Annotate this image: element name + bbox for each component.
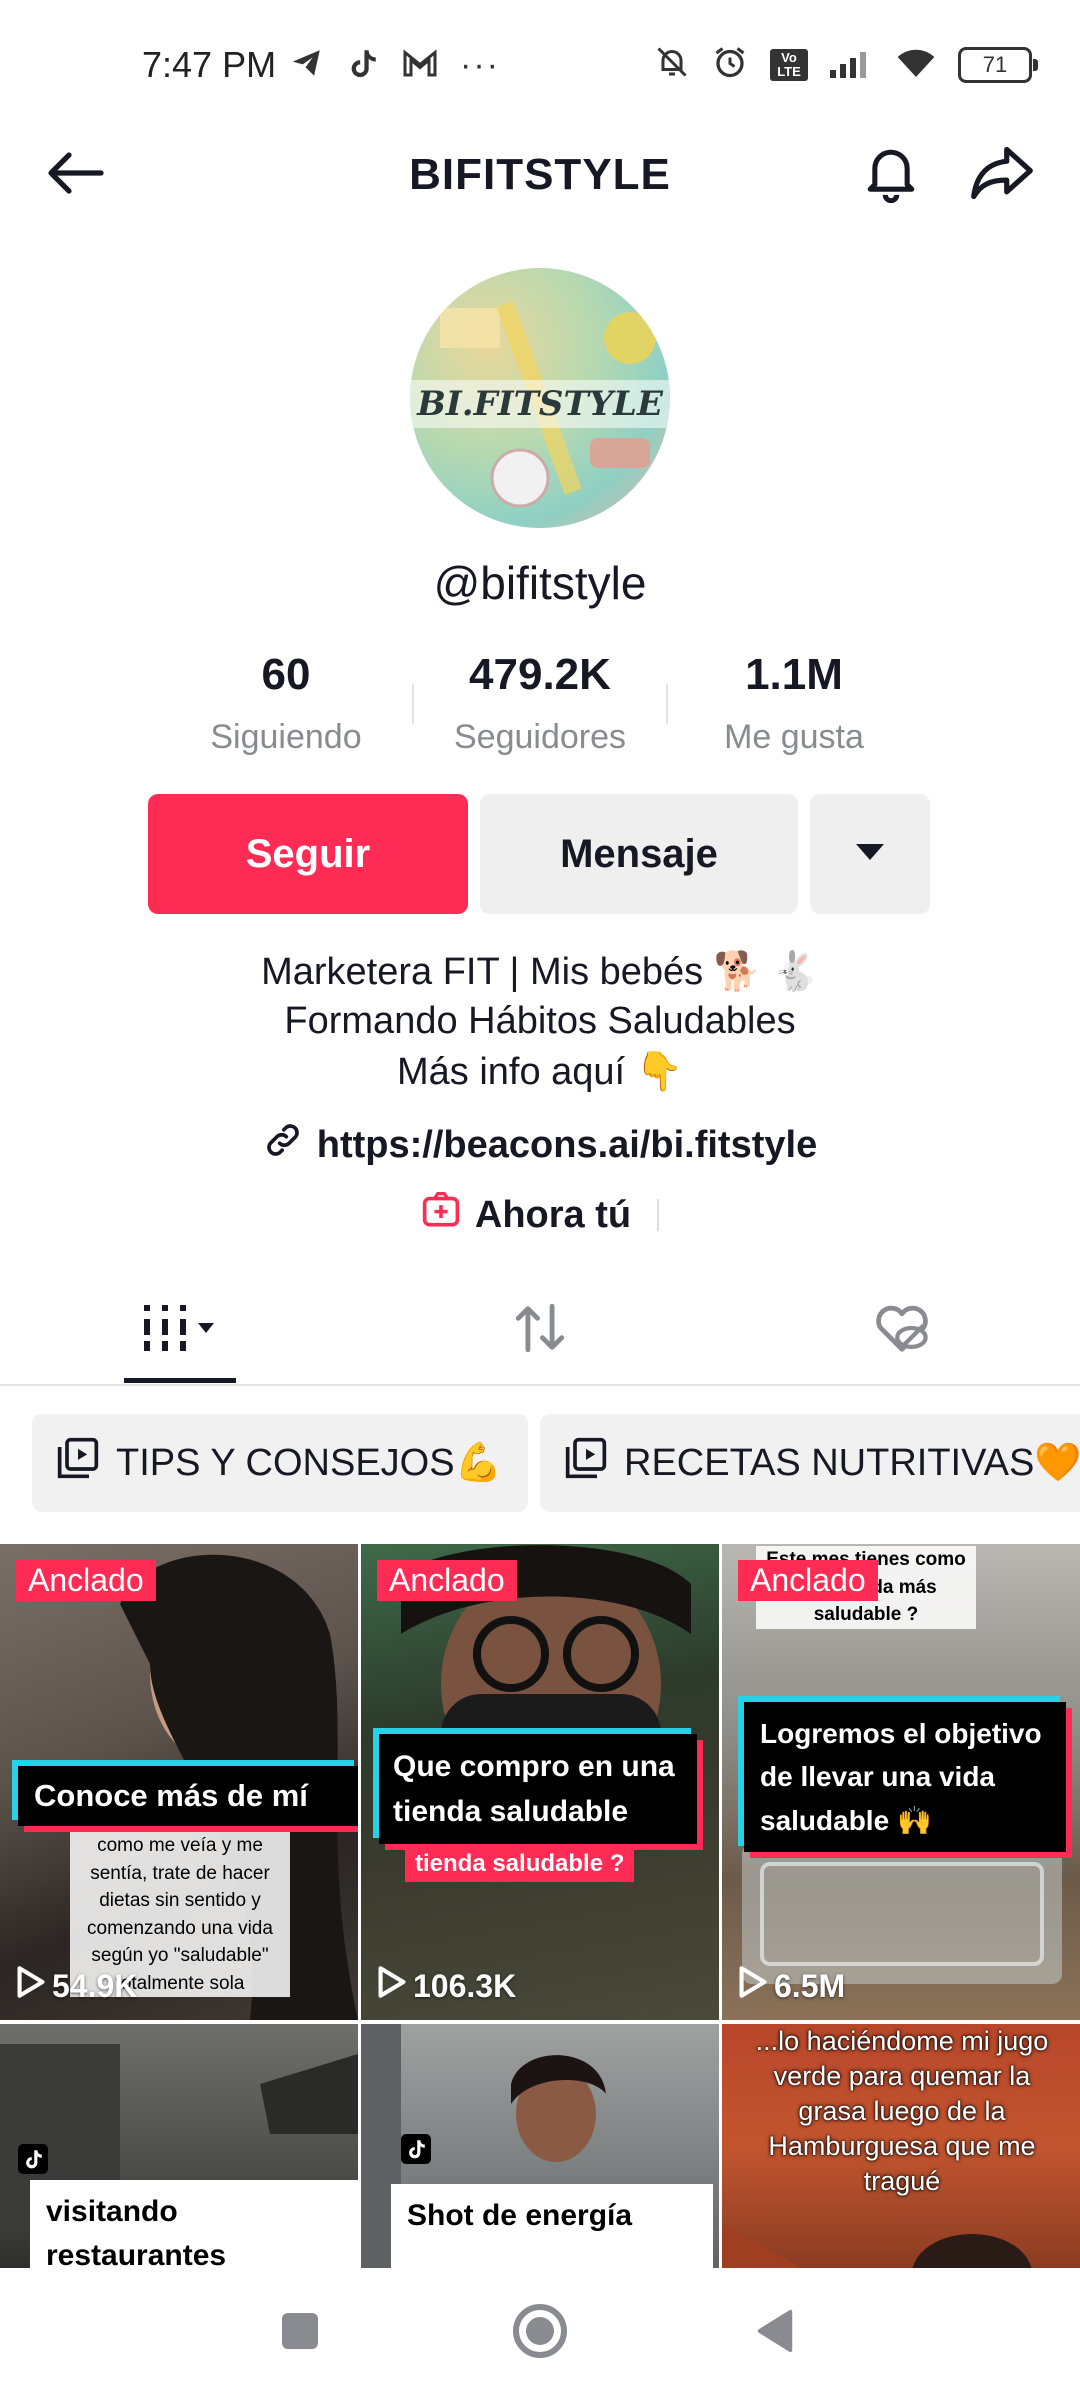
video-subtext: tienda saludable ?	[405, 1846, 635, 1882]
follow-button[interactable]: Seguir	[148, 794, 468, 914]
telegram-icon	[290, 46, 324, 85]
signal-icon	[830, 46, 874, 83]
stat-divider	[666, 684, 668, 724]
bio-line: Formando Hábitos Saludables	[284, 1000, 796, 1042]
link-icon	[263, 1120, 303, 1170]
video-tile[interactable]: Shot de energía	[361, 2024, 719, 2268]
video-tile[interactable]: ...lo haciéndome mi jugo verde para quem…	[722, 2024, 1080, 2268]
tiktok-icon	[401, 2134, 431, 2169]
view-count: 106.3K	[377, 1966, 516, 2006]
bell-icon	[863, 143, 919, 208]
status-bar: 7:47 PM ··· Vo LTE 71	[0, 0, 1080, 130]
stat-divider	[412, 684, 414, 724]
video-caption: Shot de energía	[391, 2184, 713, 2268]
share-button[interactable]	[964, 140, 1040, 210]
tiktok-icon	[346, 46, 380, 85]
playlist-icon	[564, 1436, 608, 1490]
add-video-icon	[421, 1192, 461, 1238]
video-overlay-text: Conoce más de mí	[18, 1766, 358, 1826]
stat-following-value: 60	[261, 650, 311, 699]
active-tab-indicator	[124, 1378, 236, 1383]
avatar[interactable]: BI.FITSTYLE	[410, 268, 670, 528]
view-count: 6.5M	[738, 1966, 845, 2006]
caret-down-icon	[854, 842, 886, 867]
more-notifications: ···	[460, 46, 500, 84]
stat-followers-label: Seguidores	[453, 718, 626, 756]
recents-button[interactable]	[260, 2298, 340, 2368]
video-overlay-text: Logremos el objetivo de llevar una vida …	[744, 1702, 1066, 1853]
playlist-icon	[56, 1436, 100, 1490]
home-button[interactable]	[495, 2296, 585, 2370]
stat-likes-value: 1.1M	[745, 650, 843, 699]
video-overlay-text: Que compro en una tienda saludable	[379, 1734, 697, 1844]
stat-followers[interactable]: 479.2K Seguidores	[420, 650, 660, 757]
stat-followers-value: 479.2K	[469, 650, 611, 699]
divider	[657, 1199, 660, 1231]
square-icon	[280, 2311, 320, 2356]
video-tile[interactable]: Anclado Que compro en una tienda saludab…	[361, 1544, 719, 2020]
playlist-label: TIPS Y CONSEJOS💪	[116, 1442, 502, 1484]
status-time: 7:47 PM	[142, 44, 277, 85]
tabs-divider	[0, 1384, 1080, 1386]
view-count-value: 106.3K	[413, 1967, 517, 2004]
pinned-badge: Anclado	[16, 1560, 156, 1601]
pinned-badge: Anclado	[738, 1560, 878, 1601]
ahora-tu-label: Ahora tú	[474, 1193, 632, 1236]
gmail-icon	[402, 48, 438, 83]
play-icon	[16, 1966, 46, 2006]
view-count-value: 6.5M	[774, 1967, 846, 2004]
pinned-badge: Anclado	[377, 1560, 517, 1601]
video-tile[interactable]: Anclado Conoce más de mí como me veía y …	[0, 1544, 358, 2020]
bio-line: Más info aquí 👇	[396, 1051, 683, 1093]
play-icon	[738, 1966, 768, 2006]
bio-link[interactable]: https://beacons.ai/bi.fitstyle	[0, 1120, 1080, 1170]
video-tile[interactable]: Este mes tienes como ... una vida más sa…	[722, 1544, 1080, 2020]
stat-likes-label: Me gusta	[724, 718, 864, 756]
playlist-label: RECETAS NUTRITIVAS🧡	[624, 1442, 1080, 1484]
ahora-tu-button[interactable]: Ahora tú	[0, 1192, 1080, 1238]
tab-liked[interactable]	[852, 1290, 952, 1370]
status-notification-icons: ···	[290, 46, 500, 85]
notifications-button[interactable]	[856, 140, 926, 210]
message-button[interactable]: Mensaje	[480, 794, 798, 914]
bio-link-text: https://beacons.ai/bi.fitstyle	[316, 1123, 818, 1166]
grid-icon	[140, 1303, 220, 1358]
back-nav-button[interactable]	[735, 2298, 815, 2368]
username: @bifitstyle	[433, 557, 647, 609]
suggested-accounts-button[interactable]	[810, 794, 930, 914]
volte-icon: Vo LTE	[770, 48, 808, 81]
alarm-icon	[712, 44, 748, 85]
video-caption: ...lo haciéndome mi jugo verde para quem…	[755, 2026, 1049, 2197]
system-navigation-bar	[0, 2268, 1080, 2400]
stat-following-label: Siguiendo	[210, 718, 362, 756]
bio-line: Marketera FIT | Mis bebés 🐕 🐇	[261, 951, 819, 993]
home-circle-icon	[512, 2303, 568, 2364]
playlist-chip[interactable]: RECETAS NUTRITIVAS🧡	[540, 1414, 1080, 1512]
repost-icon	[511, 1301, 569, 1360]
playlist-chip[interactable]: TIPS Y CONSEJOS💪	[32, 1414, 528, 1512]
battery-icon: 71	[958, 46, 1038, 83]
play-icon	[377, 1966, 407, 2006]
tab-videos[interactable]	[124, 1290, 236, 1370]
view-count: 54.9K	[16, 1966, 137, 2006]
triangle-back-icon	[755, 2308, 795, 2359]
view-count-value: 54.9K	[52, 1967, 138, 2004]
hidden-heart-icon	[873, 1302, 931, 1359]
video-tile[interactable]: visitando restaurantes	[0, 2024, 358, 2268]
share-arrow-icon	[969, 144, 1035, 207]
tab-reposts[interactable]	[490, 1290, 590, 1370]
stat-following[interactable]: 60 Siguiendo	[166, 650, 406, 757]
tiktok-icon	[18, 2144, 48, 2179]
mute-bell-icon	[654, 44, 690, 85]
avatar-logo-text: BI.FITSTYLE	[410, 380, 670, 428]
video-caption: visitando restaurantes	[30, 2180, 358, 2268]
wifi-icon	[896, 46, 936, 83]
stat-likes[interactable]: 1.1M Me gusta	[674, 650, 914, 757]
status-system-icons: Vo LTE 71	[654, 44, 1038, 85]
